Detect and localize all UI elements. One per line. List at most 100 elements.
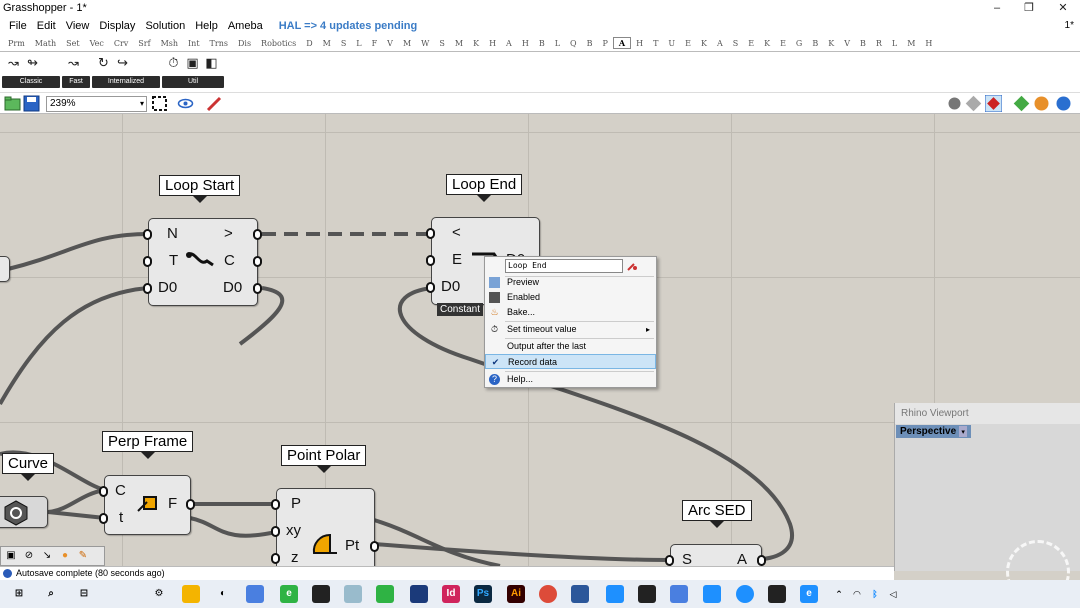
perp-frame-component[interactable]: C t F (99, 475, 195, 535)
input-grip[interactable] (99, 486, 108, 497)
point-polar-component[interactable]: P xy z Pt (271, 488, 379, 566)
sketch-icon[interactable] (206, 95, 223, 112)
component-tab[interactable]: K (696, 39, 712, 48)
link-icon[interactable]: ⊘ (23, 550, 35, 562)
qq-icon[interactable]: ◐ (214, 585, 232, 603)
component-tab[interactable]: Msh (156, 39, 183, 48)
component-tab[interactable]: D (301, 39, 317, 48)
component-tab[interactable]: S (434, 39, 449, 48)
ribbon-group-util[interactable]: ⏱ ▣ ◧ Util (162, 54, 224, 88)
rhino-icon[interactable] (312, 585, 330, 603)
component-tab[interactable]: L (550, 39, 565, 48)
input-grip[interactable] (271, 553, 280, 564)
component-tab[interactable]: H (484, 39, 501, 48)
component-tab[interactable]: S (728, 39, 743, 48)
menu-file[interactable]: File (4, 20, 32, 32)
component-tab[interactable]: B (534, 39, 550, 48)
search-icon[interactable]: ⌕ (42, 585, 60, 603)
component-tab[interactable]: A (712, 39, 728, 48)
component-tab[interactable]: R (871, 39, 887, 48)
input-grip[interactable] (143, 283, 152, 294)
component-tab[interactable]: P (597, 39, 612, 48)
bake-ball-icon[interactable]: ● (59, 550, 71, 562)
component-tab[interactable]: W (416, 39, 434, 48)
word-icon[interactable] (571, 585, 589, 603)
component-tab[interactable]: Vec (85, 39, 109, 48)
menu-item-enabled[interactable]: Enabled (485, 290, 656, 305)
component-tab[interactable]: E (775, 39, 791, 48)
ribbon-group-classic[interactable]: ↝ ↬ Classic (2, 54, 60, 88)
input-grip[interactable] (143, 256, 152, 267)
menu-solution[interactable]: Solution (140, 20, 190, 32)
navigator-icon[interactable] (736, 585, 754, 603)
menu-item-preview[interactable]: Preview (485, 275, 656, 290)
loop-start-component[interactable]: N T D0 > C D0 (143, 218, 262, 306)
component-tab[interactable]: E (680, 39, 696, 48)
component-tab[interactable]: E (743, 39, 759, 48)
meeting-icon[interactable] (703, 585, 721, 603)
loop-end-icon[interactable]: ↬ (24, 54, 41, 71)
component-tab[interactable]: V (839, 39, 855, 48)
menu-help[interactable]: Help (190, 20, 223, 32)
output-grip[interactable] (186, 499, 195, 510)
paint-icon[interactable]: ✎ (77, 550, 89, 562)
rename-icon[interactable] (627, 261, 638, 272)
component-tab[interactable]: Dis (233, 39, 256, 48)
chrome-icon[interactable] (539, 585, 557, 603)
menu-item-help[interactable]: ? Help... (485, 372, 656, 387)
component-tab[interactable]: M (450, 39, 468, 48)
ribbon-group-internalized[interactable]: ↻ ↪ Internalized (92, 54, 160, 88)
timer-icon[interactable]: ⏱ (165, 54, 182, 71)
tray-up-icon[interactable]: ⌃ (830, 585, 848, 603)
input-grip[interactable] (143, 229, 152, 240)
fast-loop-icon[interactable]: ↝ (65, 54, 82, 71)
indesign-icon[interactable]: Id (442, 585, 460, 603)
menu-edit[interactable]: Edit (32, 20, 61, 32)
component-tab[interactable]: Robotics (256, 39, 301, 48)
component-tab[interactable]: M (902, 39, 920, 48)
component-tab[interactable]: H (631, 39, 648, 48)
chevron-down-icon[interactable]: ▾ (959, 426, 968, 437)
component-tab[interactable]: B (855, 39, 871, 48)
output-grip[interactable] (253, 256, 262, 267)
preview-selected-icon[interactable] (985, 95, 1002, 112)
perspective-tab[interactable]: Perspective ▾ (896, 425, 972, 438)
arc-sed-component[interactable]: S A (665, 544, 766, 566)
task-view-icon[interactable]: ⊟ (75, 585, 93, 603)
open-file-icon[interactable] (4, 95, 21, 112)
wifi-icon[interactable]: ◠ (848, 585, 866, 603)
menu-item-output-after-last[interactable]: Output after the last (485, 339, 656, 354)
component-tab[interactable]: Set (61, 39, 84, 48)
component-tab[interactable]: A (612, 37, 632, 49)
output-grip[interactable] (757, 555, 766, 566)
component-tab[interactable]: L (351, 39, 366, 48)
left-edge-component[interactable] (0, 256, 10, 282)
component-tab[interactable]: K (823, 39, 839, 48)
app-icon[interactable] (410, 585, 428, 603)
component-tab[interactable]: K (759, 39, 775, 48)
input-grip[interactable] (665, 555, 674, 566)
wechat-icon[interactable] (376, 585, 394, 603)
component-tab[interactable]: K (468, 39, 484, 48)
grasshopper-task-icon[interactable] (768, 585, 786, 603)
globe-icon[interactable] (1055, 95, 1072, 112)
component-tab[interactable]: H (920, 39, 937, 48)
input-grip[interactable] (99, 513, 108, 524)
close-icon[interactable]: ✕ (1046, 0, 1080, 17)
ribbon-group-fast[interactable]: ↝ Fast (62, 54, 90, 88)
component-tab[interactable]: Q (565, 39, 582, 48)
save-file-icon[interactable] (23, 95, 40, 112)
photoshop-icon[interactable]: Ps (474, 585, 492, 603)
mail-icon[interactable] (670, 585, 688, 603)
component-tab[interactable]: T (648, 39, 663, 48)
rhino-viewport-panel[interactable]: Rhino Viewport Perspective ▾ (894, 403, 1080, 604)
input-grip[interactable] (426, 255, 435, 266)
component-tab[interactable]: U (663, 39, 680, 48)
zoom-dropdown[interactable]: 239% ▾ (46, 96, 147, 112)
component-tab[interactable]: Prm (3, 39, 30, 48)
preview-eye-icon[interactable] (177, 95, 194, 112)
input-grip[interactable] (426, 282, 435, 293)
component-tab[interactable]: F (367, 39, 383, 48)
component-tab[interactable]: B (807, 39, 823, 48)
menu-item-record-data[interactable]: ✔ Record data (485, 354, 656, 369)
